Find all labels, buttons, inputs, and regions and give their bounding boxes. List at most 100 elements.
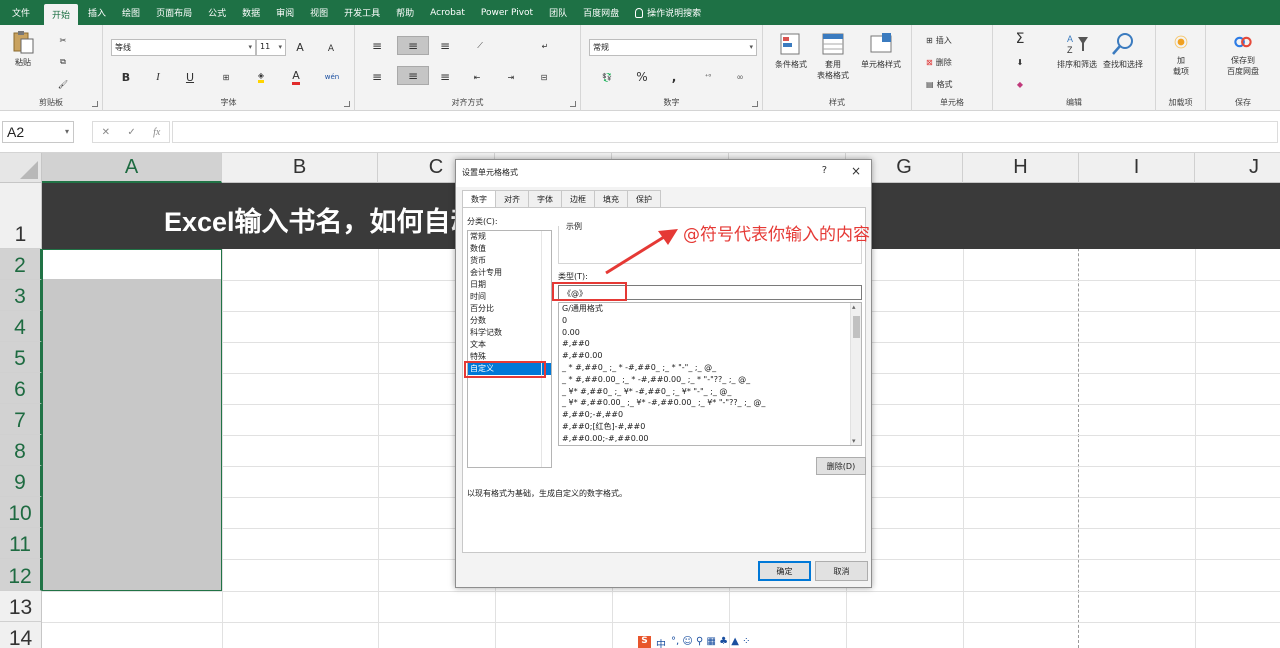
percent-button[interactable]: % (635, 69, 649, 85)
cell-styles-button[interactable]: 单元格样式 (857, 31, 905, 70)
tab-file[interactable]: 文件 (0, 0, 42, 25)
tab-fill[interactable]: 填充 (594, 190, 628, 207)
row-header-11[interactable]: 11 (0, 528, 42, 559)
borders-button[interactable]: ⊞ (216, 69, 236, 85)
tab-home[interactable]: 开始 (44, 4, 79, 25)
category-item[interactable]: 常规 (468, 231, 551, 243)
format-code-item[interactable]: _ * #,##0.00_ ;_ * -#,##0.00_ ;_ * "-"??… (559, 374, 861, 386)
tab-view[interactable]: 视图 (302, 0, 336, 25)
conditional-formatting-button[interactable]: 条件格式 (771, 31, 811, 70)
ime-language[interactable]: 中 (656, 636, 666, 648)
bold-button[interactable]: B (119, 69, 133, 85)
row-header-2[interactable]: 2 (0, 249, 42, 280)
increase-decimal-icon[interactable]: ⁺⁰ (699, 69, 717, 85)
phonetic-button[interactable]: wén (321, 69, 343, 85)
row-header-3[interactable]: 3 (0, 280, 42, 311)
ok-button[interactable]: 确定 (758, 561, 811, 581)
column-header-i[interactable]: I (1079, 153, 1195, 183)
paste-button[interactable]: 粘贴 (10, 29, 36, 68)
decrease-indent-icon[interactable]: ⇤ (469, 69, 485, 85)
decrease-decimal-icon[interactable]: ₀₀ (731, 69, 749, 85)
format-code-item[interactable]: 0.00 (559, 327, 861, 339)
increase-indent-icon[interactable]: ⇥ (503, 69, 519, 85)
format-code-item[interactable]: #,##0 (559, 338, 861, 350)
format-as-table-button[interactable]: 套用 表格格式 (813, 31, 853, 81)
tab-formulas[interactable]: 公式 (200, 0, 234, 25)
close-button[interactable]: × (851, 164, 861, 178)
tab-power-pivot[interactable]: Power Pivot (473, 0, 541, 25)
merge-center-icon[interactable]: ⊟ (533, 69, 555, 85)
tab-draw[interactable]: 绘图 (114, 0, 148, 25)
font-color-button[interactable]: A (287, 69, 305, 85)
delete-format-button[interactable]: 删除(D) (816, 457, 866, 475)
addins-button[interactable]: 加 载项 (1162, 31, 1200, 77)
column-header-j[interactable]: J (1195, 153, 1280, 183)
category-item[interactable]: 会计专用 (468, 267, 551, 279)
cut-icon[interactable]: ✂ (55, 33, 71, 47)
alignment-launcher-icon[interactable] (570, 101, 576, 107)
tab-baidu-netdisk[interactable]: 百度网盘 (575, 0, 627, 25)
format-code-item[interactable]: _ ¥* #,##0_ ;_ ¥* -#,##0_ ;_ ¥* "-"_ ;_ … (559, 386, 861, 398)
accounting-format-icon[interactable]: 💱 (595, 69, 619, 85)
row-header-6[interactable]: 6 (0, 373, 42, 404)
insert-cells-button[interactable]: ⊞ 插入 (926, 33, 952, 47)
underline-button[interactable]: U (183, 69, 197, 85)
tab-border[interactable]: 边框 (561, 190, 595, 207)
row-header-12[interactable]: 12 (0, 559, 42, 591)
font-name-select[interactable]: 等线 ▾ (111, 39, 256, 56)
align-top-icon[interactable]: ≡ (369, 38, 385, 54)
shrink-font-button[interactable]: A (325, 41, 337, 56)
format-code-item[interactable]: #,##0;-#,##0 (559, 409, 861, 421)
category-item[interactable]: 百分比 (468, 303, 551, 315)
column-header-a[interactable]: A (42, 153, 222, 183)
comma-button[interactable]: , (669, 69, 679, 85)
align-right-icon[interactable]: ≡ (437, 69, 453, 85)
format-code-item[interactable]: #,##0;[红色]-#,##0 (559, 421, 861, 433)
grow-font-button[interactable]: A (293, 39, 307, 56)
formula-input[interactable] (172, 121, 1278, 143)
format-code-item[interactable]: #,##0.00 (559, 350, 861, 362)
format-painter-icon[interactable]: 🖌 (55, 77, 71, 91)
category-item[interactable]: 日期 (468, 279, 551, 291)
align-center-icon[interactable]: ≡ (397, 66, 429, 85)
row-header-1[interactable]: 1 (0, 183, 42, 249)
name-box[interactable]: A2 ▾ (2, 121, 74, 143)
tell-me-search[interactable]: 操作说明搜索 (627, 0, 709, 25)
tab-page-layout[interactable]: 页面布局 (148, 0, 200, 25)
sort-filter-button[interactable]: AZ 排序和筛选 (1055, 31, 1099, 70)
format-code-item[interactable]: G/通用格式 (559, 303, 861, 315)
insert-function-button[interactable]: fx (153, 127, 160, 138)
row-header-14[interactable]: 14 (0, 622, 42, 648)
number-launcher-icon[interactable] (752, 101, 758, 107)
tab-protection[interactable]: 保护 (627, 190, 661, 207)
category-item[interactable]: 文本 (468, 339, 551, 351)
font-size-select[interactable]: 11 ▾ (256, 39, 286, 56)
cancel-entry-icon[interactable]: ✕ (102, 127, 110, 138)
format-code-item[interactable]: _ ¥* #,##0.00_ ;_ ¥* -#,##0.00_ ;_ ¥* "-… (559, 397, 861, 409)
category-item[interactable]: 货币 (468, 255, 551, 267)
tab-team[interactable]: 团队 (541, 0, 575, 25)
tab-help[interactable]: 帮助 (388, 0, 422, 25)
ime-toolbar[interactable]: S 中 °, ☺ ⚲ ▦ ♣ ▲ ⁘ (638, 636, 750, 648)
category-item[interactable]: 数值 (468, 243, 551, 255)
scroll-thumb[interactable] (853, 316, 860, 338)
row-header-4[interactable]: 4 (0, 311, 42, 342)
clear-icon[interactable]: ◆ (1013, 77, 1027, 91)
align-bottom-icon[interactable]: ≡ (437, 38, 453, 54)
category-item[interactable]: 科学记数 (468, 327, 551, 339)
orientation-icon[interactable]: ⟋ (469, 38, 491, 54)
category-item[interactable]: 时间 (468, 291, 551, 303)
copy-icon[interactable]: ⧉ (55, 55, 71, 69)
column-header-h[interactable]: H (963, 153, 1079, 183)
autosum-icon[interactable]: Σ (1013, 31, 1027, 47)
row-header-10[interactable]: 10 (0, 497, 42, 528)
format-list-scrollbar[interactable]: ▴ ▾ (850, 303, 861, 445)
select-all-button[interactable] (0, 153, 42, 183)
align-middle-icon[interactable]: ≡ (397, 36, 429, 55)
format-code-item[interactable]: _ * #,##0_ ;_ * -#,##0_ ;_ * "-"_ ;_ @_ (559, 362, 861, 374)
row-header-13[interactable]: 13 (0, 591, 42, 622)
format-code-item[interactable]: 0 (559, 315, 861, 327)
column-header-b[interactable]: B (222, 153, 378, 183)
confirm-entry-icon[interactable]: ✓ (127, 127, 135, 138)
fill-icon[interactable]: ⬇ (1013, 55, 1027, 69)
